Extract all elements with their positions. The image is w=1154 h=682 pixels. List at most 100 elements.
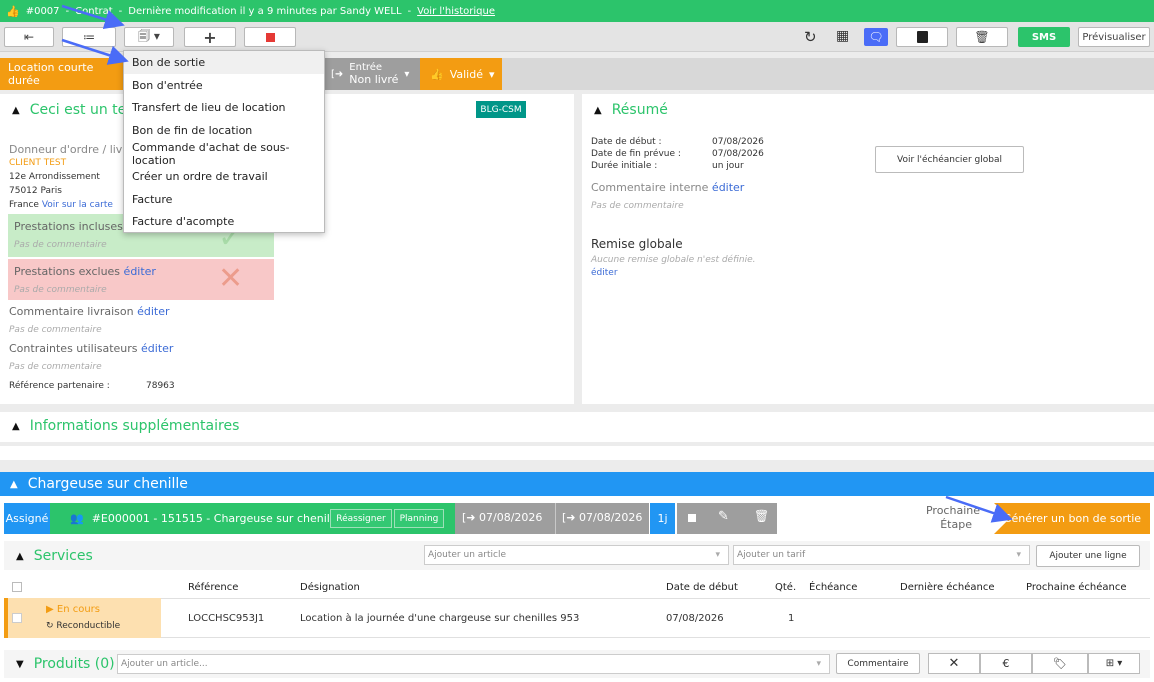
excluded-edit-link[interactable]: éditer: [124, 265, 156, 278]
partner-ref-value: 78963: [146, 381, 175, 391]
collapse-icon: ▲: [12, 420, 20, 432]
machine-header[interactable]: ▲ Chargeuse sur chenille: [0, 472, 1154, 496]
thumbs-up-icon: 👍: [430, 67, 444, 81]
user-icon: 👥: [70, 512, 84, 525]
chat-button[interactable]: 🗨: [864, 28, 888, 46]
chevron-down-icon: ▾: [488, 67, 495, 81]
chevron-down-icon: ▾: [715, 550, 720, 560]
document-icon: 🗐 ▾: [138, 28, 160, 43]
menu-item-deposit-invoice[interactable]: Facture d'acompte: [124, 211, 324, 234]
entry-status[interactable]: [➜ Entrée Non livré ▾: [325, 58, 420, 90]
included-comment: Pas de commentaire: [14, 240, 107, 250]
menu-item-invoice[interactable]: Facture: [124, 188, 324, 211]
discount-note: Aucune remise globale n'est définie.: [591, 255, 756, 265]
options-icon[interactable]: ⊞ ▾: [1088, 653, 1140, 674]
menu-item-location-transfer[interactable]: Transfert de lieu de location: [124, 97, 324, 120]
site-badge: BLG-CSM: [476, 101, 526, 118]
reassign-button[interactable]: Réassigner: [330, 509, 392, 528]
back-button[interactable]: ⇤: [4, 27, 54, 47]
generate-exit-button[interactable]: Générer un bon de sortie: [994, 503, 1150, 534]
date-out[interactable]: [➜ 07/08/2026: [462, 511, 542, 524]
products-title[interactable]: ▼ Produits (0): [16, 656, 115, 672]
summary-title-text: Résumé: [611, 102, 668, 118]
add-tariff-placeholder: Ajouter un tarif: [737, 550, 806, 560]
trash-icon[interactable]: 🗑: [754, 509, 769, 523]
col-start-date: Date de début: [666, 582, 738, 593]
map-link[interactable]: Voir sur la carte: [42, 200, 113, 210]
qr-code-icon[interactable]: ▦: [836, 28, 849, 44]
select-all-checkbox[interactable]: [12, 582, 22, 592]
col-reference: Référence: [188, 582, 239, 593]
date-in[interactable]: [➜ 07/08/2026: [562, 511, 642, 524]
menu-item-sublease-order[interactable]: Commande d'achat de sous-location: [124, 141, 324, 167]
client-name[interactable]: CLIENT TEST: [9, 158, 66, 168]
euro-icon[interactable]: €: [980, 653, 1032, 674]
country: France Voir sur la carte: [9, 200, 113, 210]
cross-icon: ✕: [218, 261, 244, 296]
machine-title: Chargeuse sur chenille: [27, 476, 188, 492]
row-checkbox[interactable]: [12, 613, 22, 623]
list-button[interactable]: ≔: [62, 27, 116, 47]
order-number: #0007: [25, 5, 60, 17]
row-status[interactable]: ▶ En cours: [46, 604, 100, 615]
menu-item-entry-slip[interactable]: Bon d'entrée: [124, 74, 324, 97]
add-tariff-select[interactable]: Ajouter un tarif ▾: [733, 545, 1030, 565]
included-label: Prestations incluses: [14, 220, 123, 233]
internal-edit-link[interactable]: éditer: [712, 181, 744, 194]
tag-icon[interactable]: 🏷: [1032, 653, 1088, 674]
menu-item-exit-slip[interactable]: Bon de sortie: [124, 51, 324, 74]
comment-button[interactable]: Commentaire: [836, 653, 920, 674]
col-last-due: Dernière échéance: [900, 582, 995, 593]
add-article-select[interactable]: Ajouter un article ▾: [424, 545, 729, 565]
discount-edit-link[interactable]: éditer: [591, 268, 618, 278]
duration-value: un jour: [712, 161, 744, 171]
excluded-comment: Pas de commentaire: [14, 285, 107, 295]
copy-button[interactable]: [896, 27, 948, 47]
next-step-label: Prochaine Étape: [910, 504, 1010, 532]
extra-info-title[interactable]: ▲ Informations supplémentaires: [12, 418, 239, 434]
add-line-button[interactable]: Ajouter une ligne: [1036, 545, 1140, 567]
entry-icon: [➜: [562, 511, 576, 524]
add-article-placeholder: Ajouter un article: [428, 550, 506, 560]
extra-info-title-text: Informations supplémentaires: [29, 418, 240, 434]
services-title[interactable]: ▲ Services: [16, 548, 93, 564]
end-date-label: Date de fin prévue :: [591, 149, 681, 159]
toolbar: ⇤ ≔ 🗐 ▾ + ↻ ▦ 🗨 🗑 SMS Prévisualiser: [0, 22, 1154, 52]
excluded-label: Prestations exclues: [14, 265, 121, 278]
refresh-icon[interactable]: ↻: [804, 28, 817, 46]
play-icon: ▶: [46, 604, 54, 615]
history-link[interactable]: Voir l'historique: [417, 6, 495, 17]
contract-title[interactable]: ▲ Ceci est un tes: [12, 102, 134, 118]
partner-ref-label: Référence partenaire :: [9, 381, 110, 391]
trash-button[interactable]: 🗑: [956, 27, 1008, 47]
sms-button[interactable]: SMS: [1018, 27, 1070, 47]
delivery-label: Commentaire livraison: [9, 305, 134, 318]
add-button[interactable]: +: [184, 27, 236, 47]
products-title-text: Produits (0): [33, 656, 115, 672]
menu-item-end-rental-slip[interactable]: Bon de fin de location: [124, 119, 324, 142]
delivery-edit-link[interactable]: éditer: [137, 305, 169, 318]
documents-button[interactable]: 🗐 ▾: [124, 27, 174, 47]
col-designation: Désignation: [300, 582, 360, 593]
row-reference: LOCCHSC953J1: [188, 613, 265, 624]
constraints-edit-link[interactable]: éditer: [141, 342, 173, 355]
summary-title[interactable]: ▲ Résumé: [594, 102, 668, 118]
close-icon[interactable]: ✕: [928, 653, 980, 674]
stop-icon[interactable]: [688, 514, 696, 522]
pencil-icon[interactable]: ✎: [718, 509, 729, 524]
validated-label: Validé: [449, 67, 483, 81]
stop-button[interactable]: [244, 27, 296, 47]
menu-item-work-order[interactable]: Créer un ordre de travail: [124, 165, 324, 188]
view-schedule-button[interactable]: Voir l'échéancier global: [875, 146, 1024, 173]
constraints-row: Contraintes utilisateurs éditer: [9, 342, 173, 355]
add-product-select[interactable]: Ajouter un article... ▾: [117, 654, 830, 674]
planning-button[interactable]: Planning: [394, 509, 444, 528]
doc-type: Contrat: [75, 5, 113, 17]
validated-status[interactable]: 👍 Validé ▾: [420, 58, 502, 90]
donneur-label: Donneur d'ordre / liv: [9, 143, 123, 156]
chevron-down-icon: ▾: [1016, 550, 1021, 560]
top-bar: 👍 #0007 - Contrat - Dernière modificatio…: [0, 0, 1154, 22]
duration-badge: 1j: [650, 503, 675, 534]
preview-button[interactable]: Prévisualiser: [1078, 27, 1150, 47]
col-next-due: Prochaine échéance: [1026, 582, 1127, 593]
